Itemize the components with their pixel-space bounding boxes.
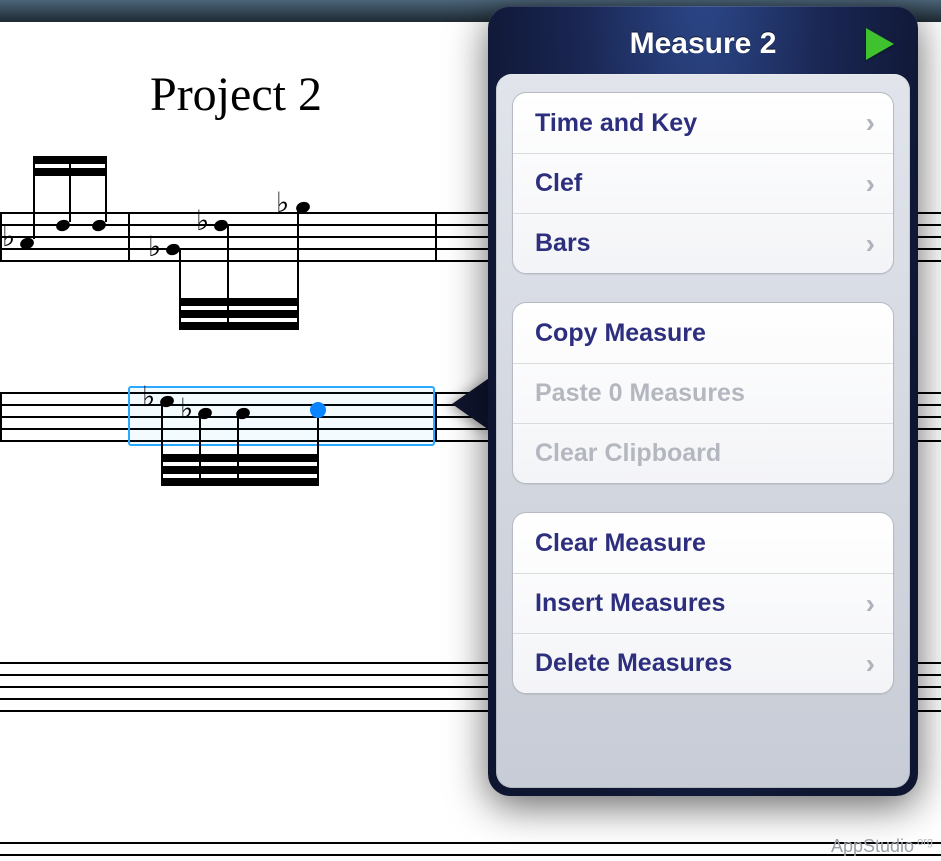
menu-group-clipboard: Copy Measure Paste 0 Measures Clear Clip… bbox=[512, 302, 894, 484]
beam bbox=[33, 168, 107, 176]
menu-item-clef[interactable]: Clef › bbox=[513, 153, 893, 213]
menu-item-label: Insert Measures bbox=[535, 589, 725, 618]
chevron-right-icon: › bbox=[866, 107, 875, 139]
flat-accidental-icon: ♭ bbox=[196, 208, 209, 236]
menu-item-copy-measure[interactable]: Copy Measure bbox=[513, 303, 893, 363]
menu-item-label: Clef bbox=[535, 169, 582, 198]
chevron-right-icon: › bbox=[866, 588, 875, 620]
note-stem bbox=[317, 412, 319, 486]
menu-group-edit: Clear Measure Insert Measures › Delete M… bbox=[512, 512, 894, 694]
flat-accidental-icon: ♭ bbox=[142, 384, 155, 412]
chevron-right-icon: › bbox=[866, 168, 875, 200]
flat-accidental-icon: ♭ bbox=[2, 224, 15, 252]
menu-item-label: Paste 0 Measures bbox=[535, 379, 745, 408]
beam bbox=[179, 310, 299, 318]
insertion-cursor[interactable] bbox=[310, 402, 326, 418]
chevron-right-icon: › bbox=[866, 648, 875, 680]
menu-group-settings: Time and Key › Clef › Bars › bbox=[512, 92, 894, 274]
menu-item-delete-measures[interactable]: Delete Measures › bbox=[513, 633, 893, 693]
watermark: AppStudio.org bbox=[831, 836, 933, 857]
beam bbox=[161, 454, 319, 462]
note-stem bbox=[237, 412, 239, 486]
chevron-right-icon: › bbox=[866, 228, 875, 260]
popover-arrow-icon bbox=[452, 376, 492, 432]
popover-panel: Time and Key › Clef › Bars › Copy Measur… bbox=[496, 74, 910, 788]
menu-item-label: Clear Measure bbox=[535, 529, 706, 558]
staff-4[interactable] bbox=[0, 842, 941, 861]
menu-item-label: Time and Key bbox=[535, 109, 697, 138]
beam bbox=[33, 156, 107, 164]
menu-item-clear-measure[interactable]: Clear Measure bbox=[513, 513, 893, 573]
beam bbox=[161, 478, 319, 486]
menu-item-label: Bars bbox=[535, 229, 591, 258]
flat-accidental-icon: ♭ bbox=[276, 190, 289, 218]
menu-item-paste-measures: Paste 0 Measures bbox=[513, 363, 893, 423]
menu-item-bars[interactable]: Bars › bbox=[513, 213, 893, 273]
measure-selection[interactable] bbox=[128, 386, 435, 446]
menu-item-time-and-key[interactable]: Time and Key › bbox=[513, 93, 893, 153]
play-icon[interactable] bbox=[866, 28, 894, 60]
menu-item-label: Delete Measures bbox=[535, 649, 732, 678]
measure-popover: Measure 2 Time and Key › Clef › Bars › C… bbox=[488, 6, 918, 796]
menu-item-insert-measures[interactable]: Insert Measures › bbox=[513, 573, 893, 633]
popover-title: Measure 2 bbox=[630, 27, 777, 61]
note-stem bbox=[199, 412, 201, 486]
popover-header: Measure 2 bbox=[496, 14, 910, 74]
flat-accidental-icon: ♭ bbox=[180, 396, 193, 424]
beam bbox=[179, 298, 299, 306]
beam bbox=[161, 466, 319, 474]
menu-item-label: Copy Measure bbox=[535, 319, 706, 348]
project-title: Project 2 bbox=[150, 67, 322, 122]
menu-item-clear-clipboard: Clear Clipboard bbox=[513, 423, 893, 483]
menu-item-label: Clear Clipboard bbox=[535, 439, 721, 468]
beam bbox=[179, 322, 299, 330]
flat-accidental-icon: ♭ bbox=[148, 234, 161, 262]
